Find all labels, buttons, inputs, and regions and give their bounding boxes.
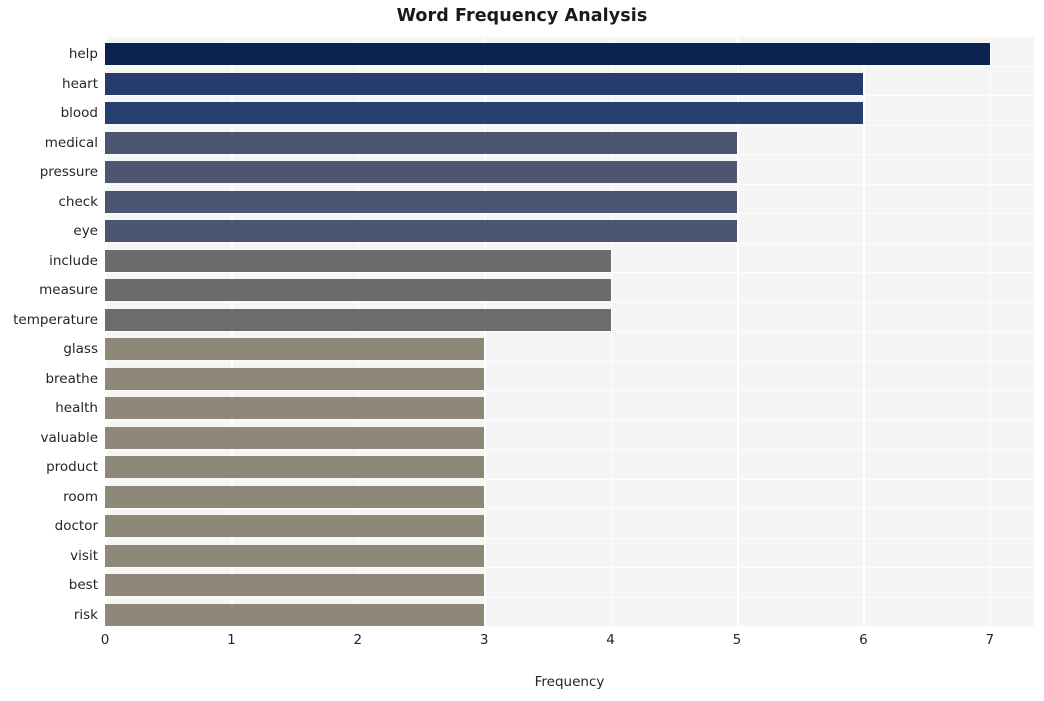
x-axis-tick-label: 5 (732, 632, 742, 648)
bars-layer (105, 36, 1034, 626)
y-axis-tick-label: blood (60, 105, 98, 122)
bar (105, 603, 485, 626)
bar (105, 102, 864, 125)
y-axis-tick-label: visit (70, 547, 98, 564)
y-gridline (105, 626, 1034, 628)
y-axis-tick-label: room (63, 488, 98, 505)
y-axis-tick-label: check (58, 193, 98, 210)
bar (105, 43, 990, 66)
bar (105, 426, 485, 449)
y-axis-tick-label: glass (63, 341, 98, 358)
bar (105, 72, 864, 95)
bar (105, 367, 485, 390)
bar (105, 515, 485, 538)
y-axis-tick-labels: help heart blood medical pressure check eye inc… (0, 36, 98, 626)
x-axis-tick-labels: 0 1 2 3 4 5 6 7 (101, 632, 1034, 652)
x-axis-tick-label: 2 (353, 632, 363, 648)
bar (105, 308, 611, 331)
chart-title: Word Frequency Analysis (396, 6, 648, 26)
x-axis-title: Frequency (534, 674, 605, 690)
bar (105, 220, 737, 243)
y-axis-tick-label: help (68, 46, 98, 63)
y-axis-tick-label: heart (62, 75, 98, 92)
y-axis-tick-label: best (68, 577, 98, 594)
y-axis-tick-label: breathe (45, 370, 98, 387)
bar (105, 397, 485, 420)
bar (105, 279, 611, 302)
y-axis-tick-label: include (49, 252, 98, 269)
bar (105, 456, 485, 479)
y-axis-tick-label: medical (44, 134, 98, 151)
bar (105, 190, 737, 213)
x-axis-tick-label: 6 (859, 632, 868, 648)
y-axis-tick-label: product (46, 459, 98, 476)
x-axis-tick-label: 4 (606, 632, 615, 648)
y-axis-tick-label: eye (73, 223, 98, 240)
chart-figure: Word Frequency Analysis help heart blood me… (0, 0, 1044, 701)
plot-area (105, 36, 1034, 628)
bar (105, 338, 485, 361)
x-axis-tick-label: 7 (985, 632, 995, 648)
bar (105, 249, 611, 272)
bar (105, 161, 737, 184)
x-axis-tick-label: 1 (227, 632, 236, 648)
y-axis-tick-label: risk (73, 606, 98, 623)
y-axis-tick-label: temperature (13, 311, 98, 328)
y-axis-tick-label: measure (39, 282, 98, 299)
bar (105, 485, 485, 508)
y-axis-tick-label: doctor (54, 518, 98, 535)
bar (105, 131, 737, 154)
y-axis-tick-label: health (55, 400, 98, 417)
y-axis-tick-label: pressure (39, 164, 98, 181)
bar (105, 544, 485, 567)
x-axis-tick-label: 0 (100, 632, 110, 648)
y-axis-tick-label: valuable (40, 429, 98, 446)
x-axis-tick-label: 3 (479, 632, 489, 648)
bar (105, 574, 485, 597)
